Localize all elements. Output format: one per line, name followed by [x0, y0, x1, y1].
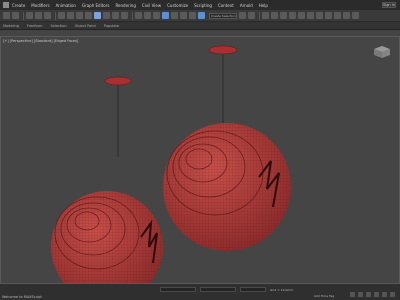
ribbon-tabs: Modeling Freeform Selection Object Paint… — [0, 22, 400, 30]
redo-icon[interactable] — [12, 12, 19, 19]
pendant-lamp-right[interactable] — [163, 45, 291, 251]
perspective-viewport[interactable]: [+] [Perspective] [Standard] [Edged Face… — [0, 36, 400, 284]
render-production-icon[interactable] — [334, 12, 341, 19]
add-time-tag[interactable]: Add Time Tag — [314, 294, 334, 298]
menu-customize[interactable]: Customize — [167, 3, 188, 8]
window-crossing-icon[interactable] — [85, 12, 92, 19]
previous-frame-icon[interactable] — [358, 292, 363, 297]
status-bar: Welcome to MAXScript. Grid = 10.0mm Add … — [0, 284, 400, 300]
scene-canvas — [51, 45, 291, 284]
select-manipulate-icon[interactable] — [144, 12, 151, 19]
maxscript-listener[interactable]: Welcome to MAXScript. — [2, 295, 43, 299]
schematic-view-icon[interactable] — [298, 12, 305, 19]
region-select-icon[interactable] — [76, 12, 83, 19]
scene-explorer-icon[interactable] — [262, 12, 269, 19]
menu-bar: Create Modifiers Animation Graph Editors… — [0, 0, 400, 10]
layer-explorer-icon[interactable] — [271, 12, 278, 19]
link-icon[interactable] — [26, 12, 33, 19]
toolbar-divider — [259, 11, 260, 20]
sign-in-button[interactable]: Sign In — [382, 2, 396, 8]
toolbar-divider — [132, 11, 133, 20]
main-toolbar: Create Selection Se — [0, 10, 400, 22]
lamp-canopy — [208, 45, 238, 55]
next-frame-icon[interactable] — [374, 292, 379, 297]
pivot-center-icon[interactable] — [135, 12, 142, 19]
render-a360-icon[interactable] — [352, 12, 359, 19]
angle-snap-icon[interactable] — [171, 12, 178, 19]
render-setup-icon[interactable] — [316, 12, 323, 19]
ribbon-toggle-icon[interactable] — [280, 12, 287, 19]
select-place-icon[interactable] — [121, 12, 128, 19]
unlink-icon[interactable] — [35, 12, 42, 19]
percent-snap-icon[interactable] — [180, 12, 187, 19]
select-object-icon[interactable] — [58, 12, 65, 19]
pendant-lamp-left[interactable] — [51, 76, 163, 284]
menu-civil-view[interactable]: Civil View — [142, 3, 161, 8]
render-iterative-icon[interactable] — [343, 12, 350, 19]
select-by-name-icon[interactable] — [67, 12, 74, 19]
tab-object-paint[interactable]: Object Paint — [75, 24, 96, 28]
select-move-icon[interactable] — [94, 12, 101, 19]
curve-editor-icon[interactable] — [289, 12, 296, 19]
app-logo-icon[interactable] — [3, 2, 9, 8]
go-to-start-icon[interactable] — [350, 292, 355, 297]
rendered-frame-window-icon[interactable] — [325, 12, 332, 19]
menu-create[interactable]: Create — [12, 3, 25, 8]
menu-help[interactable]: Help — [259, 3, 268, 8]
tab-modeling[interactable]: Modeling — [3, 24, 19, 28]
menu-scripting[interactable]: Scripting — [194, 3, 212, 8]
menu-arnold[interactable]: Arnold — [240, 3, 253, 8]
tab-selection[interactable]: Selection — [51, 24, 67, 28]
undo-icon[interactable] — [3, 12, 10, 19]
menu-graph-editors[interactable]: Graph Editors — [82, 3, 109, 8]
grid-size-label: Grid = 10.0mm — [270, 288, 294, 292]
spinner-snap-icon[interactable] — [189, 12, 196, 19]
tab-freeform[interactable]: Freeform — [27, 24, 43, 28]
zoom-extents-icon[interactable] — [390, 292, 395, 297]
y-coordinate-field[interactable] — [200, 287, 236, 292]
z-coordinate-field[interactable] — [240, 287, 266, 292]
snaps-toggle-icon[interactable] — [162, 12, 169, 19]
menu-content[interactable]: Content — [218, 3, 234, 8]
menu-animation[interactable]: Animation — [56, 3, 76, 8]
toolbar-divider — [55, 11, 56, 20]
select-scale-icon[interactable] — [112, 12, 119, 19]
go-to-end-icon[interactable] — [382, 292, 387, 297]
play-icon[interactable] — [366, 292, 371, 297]
bind-space-warp-icon[interactable] — [44, 12, 51, 19]
toolbar-divider — [23, 11, 24, 20]
selection-set-dropdown[interactable]: Create Selection Se — [209, 12, 237, 19]
align-icon[interactable] — [248, 12, 255, 19]
keyboard-shortcut-icon[interactable] — [153, 12, 160, 19]
mirror-icon[interactable] — [239, 12, 246, 19]
edit-named-selection-icon[interactable] — [198, 12, 205, 19]
tab-populate[interactable]: Populate — [104, 24, 119, 28]
x-coordinate-field[interactable] — [160, 287, 196, 292]
menu-modifiers[interactable]: Modifiers — [31, 3, 49, 8]
select-rotate-icon[interactable] — [103, 12, 110, 19]
material-editor-icon[interactable] — [307, 12, 314, 19]
lamp-canopy — [104, 76, 132, 86]
menu-rendering[interactable]: Rendering — [115, 3, 135, 8]
